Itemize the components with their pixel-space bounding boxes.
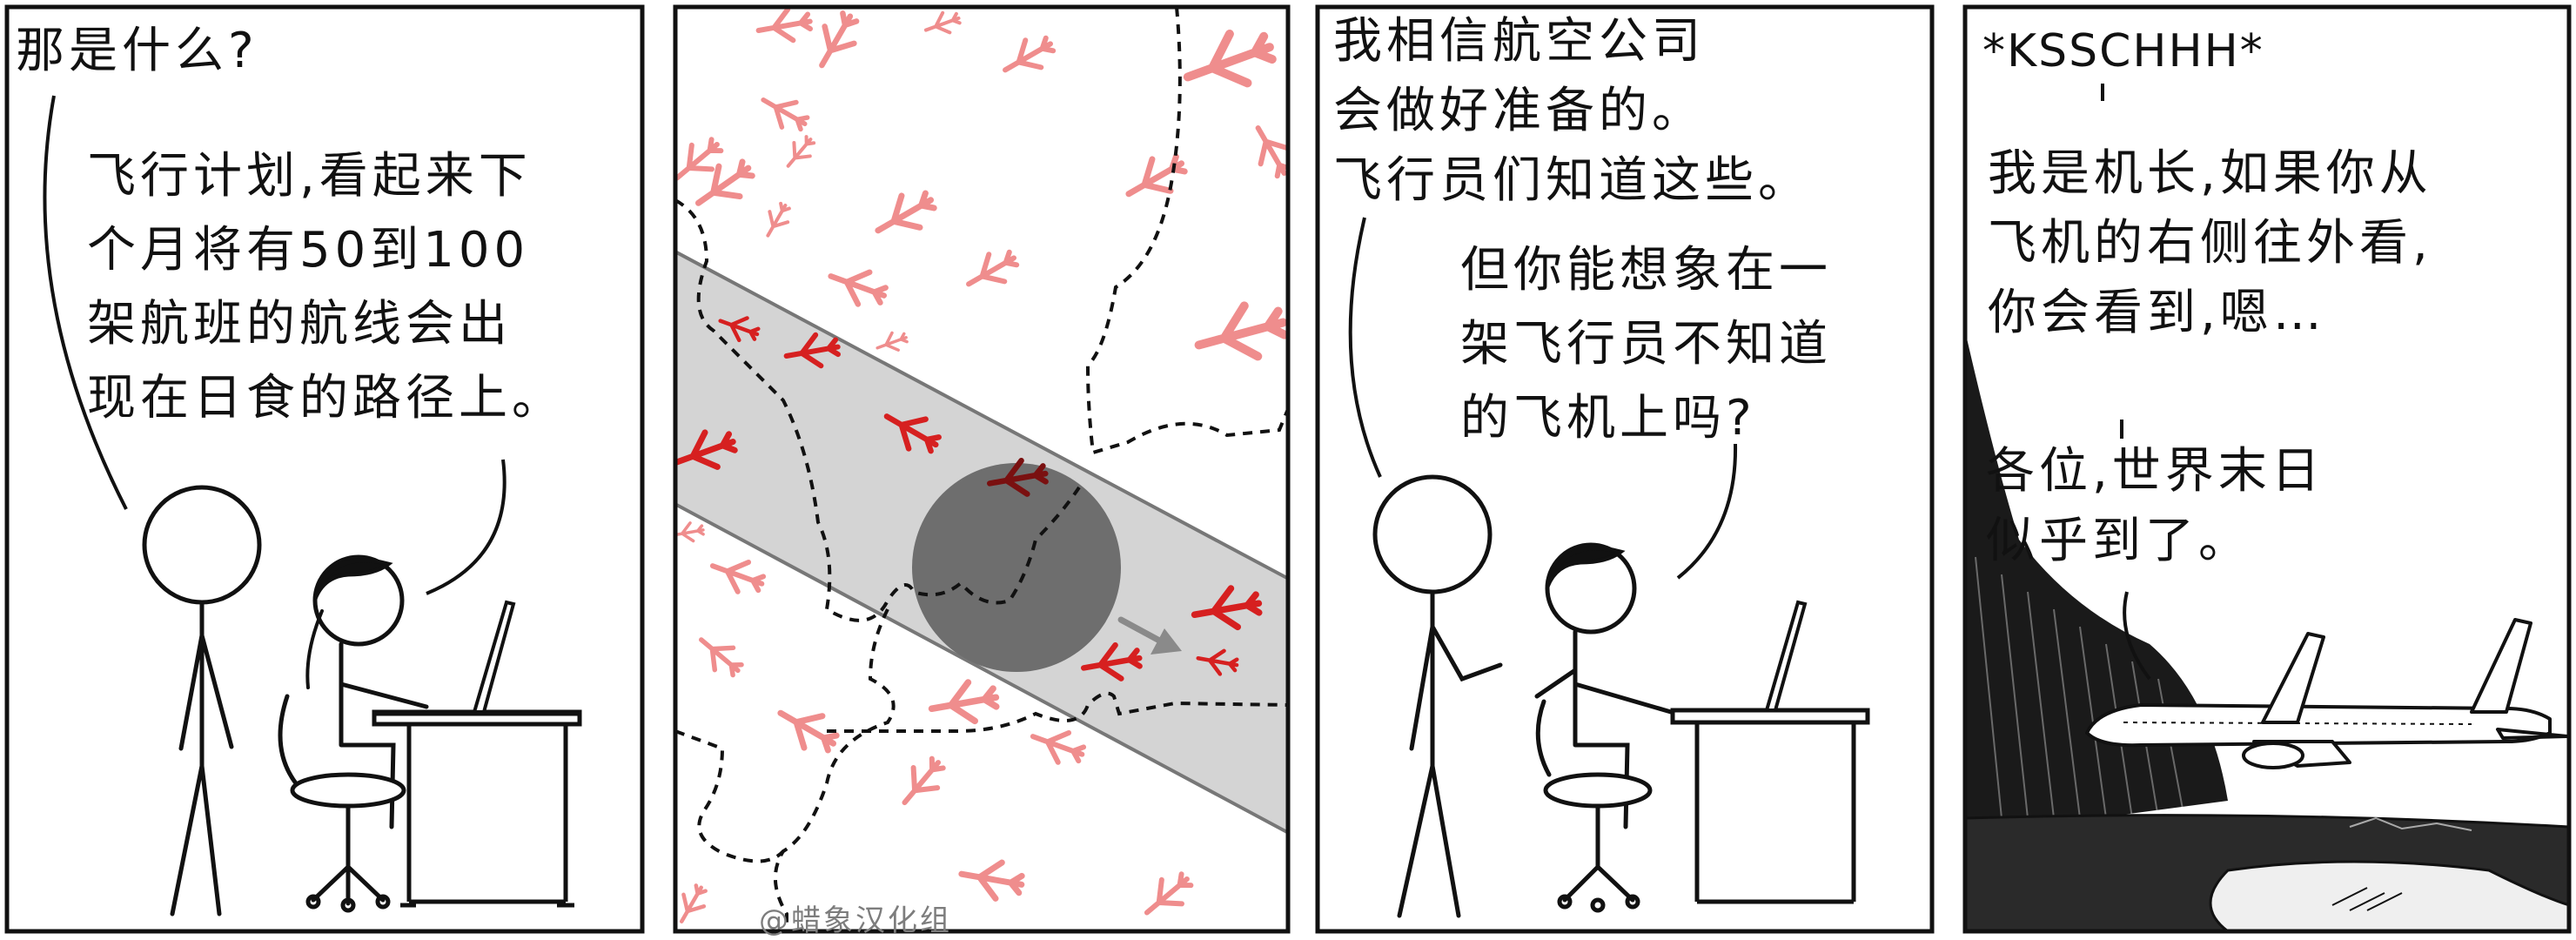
world-ending-text: 各位,世界末日 似乎到了。 [1986,443,2324,569]
captain-announcement-text: 我是机长,如果你从 飞机的右侧往外看, 你会看到,嗯… [1988,145,2432,341]
radio-static-sound: *KSSCHHH* [1982,25,2264,77]
panel-1-question-text: 那是什么? [16,23,258,79]
panel-3-reply-text: 但你能想象在一 架飞行员不知道 的飞机上吗? [1460,242,1832,446]
panel-2-eclipse-map [673,4,1291,934]
panel-1-answer-text: 飞行计划,看起来下 个月将有50到100 架航班的航线会出 现在日食的路径上。 [87,148,565,426]
translator-credit: @蜡象汉化组 [759,903,952,938]
moon-shadow [912,463,1121,672]
panel-3-top-text: 我相信航空公司 会做好准备的。 飞行员们知道这些。 [1333,13,1811,209]
